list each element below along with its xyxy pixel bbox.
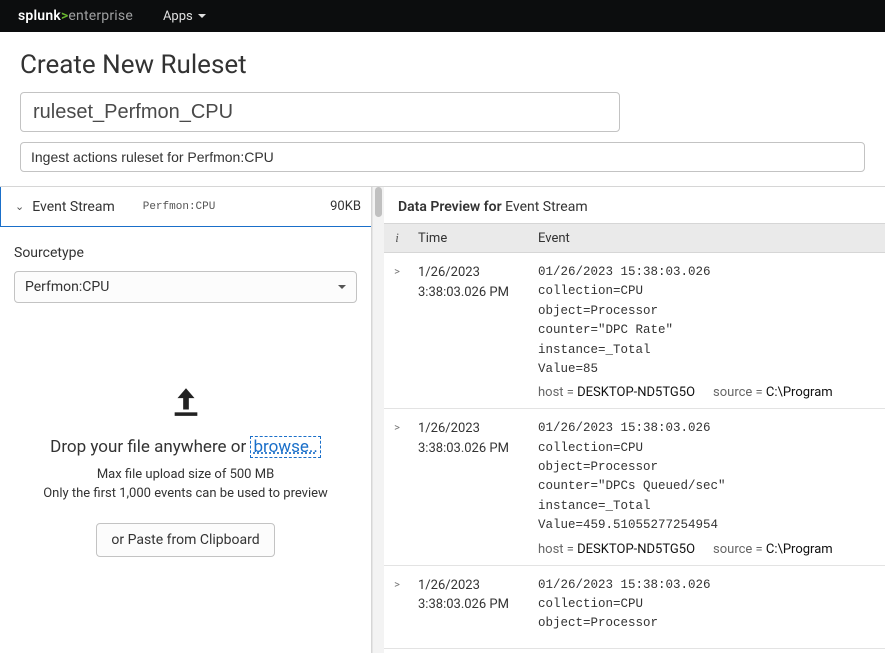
page-title: Create New Ruleset bbox=[20, 50, 865, 80]
chevron-down-icon: ⌄ bbox=[15, 200, 24, 213]
event-time: 1/26/20233:38:03.026 PM bbox=[410, 576, 530, 640]
event-column-header: Event bbox=[530, 231, 885, 246]
expand-row-icon[interactable]: > bbox=[384, 263, 410, 400]
sourcetype-select[interactable]: Perfmon:CPU bbox=[14, 271, 357, 303]
paste-from-clipboard-button[interactable]: or Paste from Clipboard bbox=[96, 523, 274, 557]
apps-menu[interactable]: Apps bbox=[163, 9, 206, 24]
page-header: Create New Ruleset bbox=[0, 32, 885, 186]
event-time: 1/26/20233:38:03.026 PM bbox=[410, 263, 530, 400]
ruleset-name-input[interactable] bbox=[20, 92, 620, 132]
preview-rows: >1/26/20233:38:03.026 PM01/26/2023 15:38… bbox=[384, 253, 885, 649]
upload-icon bbox=[169, 383, 203, 419]
right-panel: Data Preview for Event Stream i Time Eve… bbox=[384, 187, 885, 653]
brand-enterprise: enterprise bbox=[68, 8, 133, 24]
chevron-down-icon bbox=[338, 285, 346, 289]
chevron-down-icon bbox=[198, 14, 206, 18]
event-stream-label: Event Stream bbox=[32, 199, 115, 215]
left-panel: ⌄ Event Stream Perfmon:CPU 90KB Sourcety… bbox=[0, 187, 372, 653]
dropzone-preview-limit: Only the first 1,000 events can be used … bbox=[18, 486, 353, 501]
event-meta: host = DESKTOP-ND5TG5Osource = C:\Progra… bbox=[538, 542, 885, 557]
table-row: >1/26/20233:38:03.026 PM01/26/2023 15:38… bbox=[384, 566, 885, 649]
sourcetype-value: Perfmon:CPU bbox=[25, 279, 109, 295]
dropzone-headline: Drop your file anywhere or browse.. bbox=[18, 437, 353, 457]
event-stream-size: 90KB bbox=[330, 199, 361, 214]
event-cell: 01/26/2023 15:38:03.026 collection=CPU o… bbox=[530, 576, 885, 640]
event-meta: host = DESKTOP-ND5TG5Osource = C:\Progra… bbox=[538, 385, 885, 400]
event-stream-bar[interactable]: ⌄ Event Stream Perfmon:CPU 90KB bbox=[0, 187, 371, 227]
event-raw: 01/26/2023 15:38:03.026 collection=CPU o… bbox=[538, 576, 885, 634]
apps-menu-label: Apps bbox=[163, 9, 193, 24]
event-time: 1/26/20233:38:03.026 PM bbox=[410, 419, 530, 556]
preview-table-header: i Time Event bbox=[384, 223, 885, 253]
table-row: >1/26/20233:38:03.026 PM01/26/2023 15:38… bbox=[384, 409, 885, 565]
scrollbar-thumb[interactable] bbox=[375, 187, 382, 217]
brand-splunk: splunk bbox=[18, 8, 61, 24]
sourcetype-label: Sourcetype bbox=[14, 245, 357, 261]
event-stream-source: Perfmon:CPU bbox=[143, 201, 216, 213]
data-preview-title: Data Preview for Event Stream bbox=[384, 187, 885, 223]
ruleset-description-input[interactable] bbox=[20, 142, 865, 172]
dropzone-max-size: Max file upload size of 500 MB bbox=[18, 467, 353, 482]
table-row: >1/26/20233:38:03.026 PM01/26/2023 15:38… bbox=[384, 253, 885, 409]
event-raw: 01/26/2023 15:38:03.026 collection=CPU o… bbox=[538, 263, 885, 379]
brand-logo: splunk>enterprise bbox=[18, 8, 133, 24]
browse-link[interactable]: browse.. bbox=[250, 436, 320, 458]
expand-row-icon[interactable]: > bbox=[384, 419, 410, 556]
expand-row-icon[interactable]: > bbox=[384, 576, 410, 640]
event-cell: 01/26/2023 15:38:03.026 collection=CPU o… bbox=[530, 263, 885, 400]
event-cell: 01/26/2023 15:38:03.026 collection=CPU o… bbox=[530, 419, 885, 556]
event-raw: 01/26/2023 15:38:03.026 collection=CPU o… bbox=[538, 419, 885, 535]
top-navbar: splunk>enterprise Apps bbox=[0, 0, 885, 32]
file-dropzone[interactable]: Drop your file anywhere or browse.. Max … bbox=[0, 313, 371, 577]
vertical-scrollbar[interactable] bbox=[372, 187, 384, 653]
info-column-header: i bbox=[384, 230, 410, 246]
time-column-header: Time bbox=[410, 231, 530, 246]
